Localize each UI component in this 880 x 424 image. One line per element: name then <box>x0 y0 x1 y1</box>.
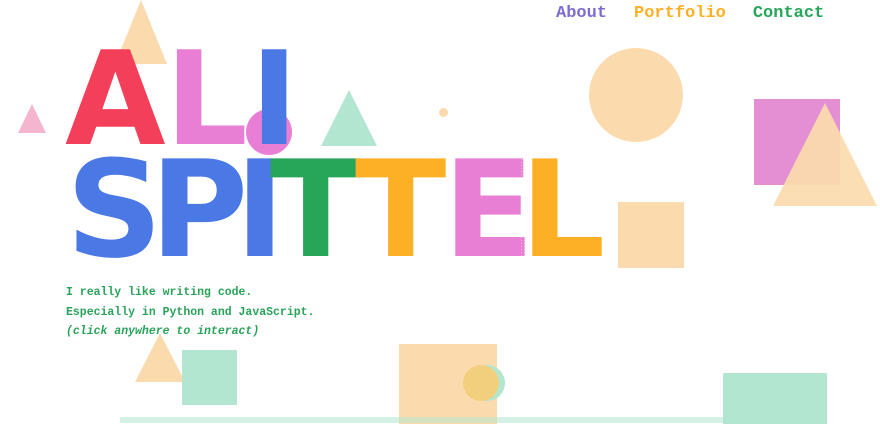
tagline-line-1: I really like writing code. <box>66 286 253 299</box>
mint-square-bottom-left <box>182 350 237 405</box>
hero-letter-l2[interactable]: L <box>520 143 606 277</box>
hero-letter-t2[interactable]: T <box>355 143 446 277</box>
page[interactable]: { "nav": { "about": "About", "portfolio"… <box>0 0 880 424</box>
main-nav: About Portfolio Contact <box>556 4 824 23</box>
tagline-line-2: Especially in Python and JavaScript. <box>66 306 315 319</box>
peach-triangle-right <box>773 103 877 206</box>
hero-letter-t1[interactable]: T <box>270 143 361 277</box>
nav-portfolio-link[interactable]: Portfolio <box>634 4 726 23</box>
peach-square <box>618 202 684 268</box>
peach-dot <box>439 108 448 117</box>
mint-line-bottom <box>120 417 743 423</box>
nav-about-link[interactable]: About <box>556 4 607 23</box>
pink-triangle-left <box>18 104 46 133</box>
orange-circle-small <box>463 365 499 401</box>
peach-circle <box>589 48 683 142</box>
nav-contact-link[interactable]: Contact <box>753 4 824 23</box>
interaction-hint: (click anywhere to interact) <box>66 325 260 338</box>
peach-triangle-bottom <box>135 333 185 382</box>
hero-letter-p[interactable]: P <box>150 143 248 277</box>
hero-letter-s[interactable]: S <box>66 143 163 277</box>
